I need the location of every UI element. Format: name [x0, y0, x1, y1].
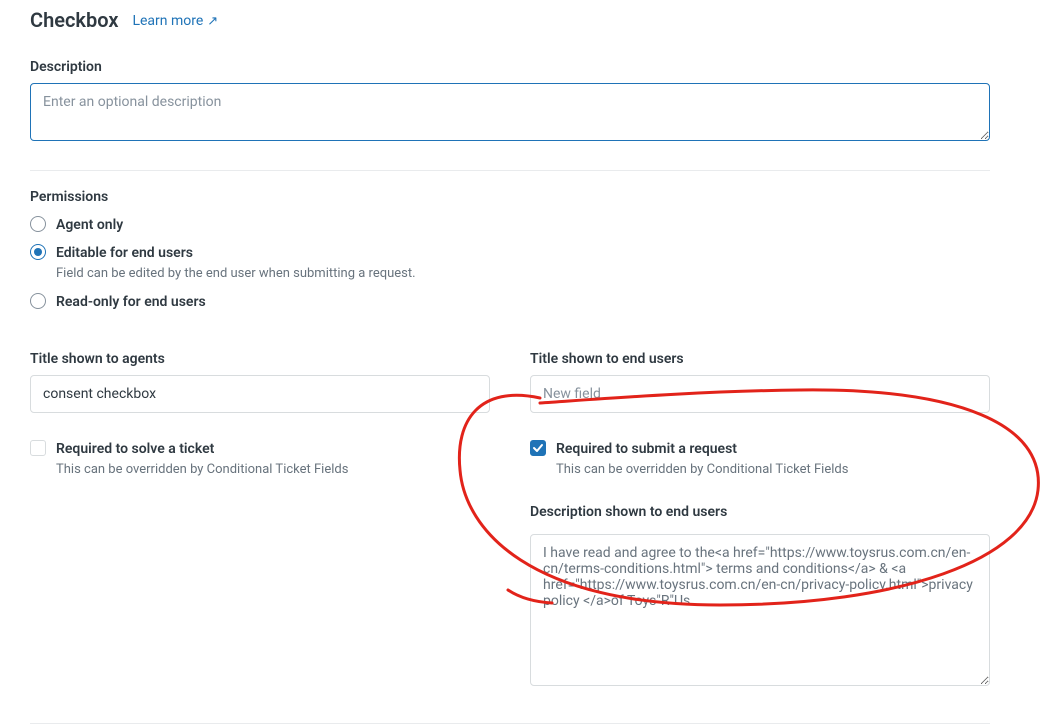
learn-more-link[interactable]: Learn more ↗ — [132, 11, 218, 31]
radio-readonly-end-users[interactable] — [30, 293, 46, 309]
radio-editable-end-users-label: Editable for end users — [56, 243, 193, 263]
description-label: Description — [30, 57, 1018, 77]
required-solve-help: This can be overridden by Conditional Ti… — [56, 461, 490, 480]
required-submit-help: This can be overridden by Conditional Ti… — [556, 461, 990, 480]
enduser-title-label: Title shown to end users — [530, 349, 990, 369]
enduser-title-input[interactable] — [530, 375, 990, 413]
radio-readonly-end-users-label: Read-only for end users — [56, 292, 206, 312]
required-submit-checkbox[interactable] — [530, 440, 546, 456]
description-input[interactable] — [30, 83, 990, 141]
radio-agent-only-label: Agent only — [56, 215, 123, 235]
learn-more-label: Learn more — [132, 11, 203, 31]
required-solve-checkbox[interactable] — [30, 440, 46, 456]
agent-title-input[interactable] — [30, 375, 490, 413]
radio-editable-end-users[interactable] — [30, 244, 46, 260]
agent-title-label: Title shown to agents — [30, 349, 490, 369]
required-submit-label: Required to submit a request — [556, 439, 737, 459]
section-divider — [30, 170, 990, 171]
radio-editable-end-users-help: Field can be edited by the end user when… — [56, 265, 1018, 284]
permissions-radio-group: Agent only Editable for end users Field … — [30, 215, 1018, 313]
required-solve-label: Required to solve a ticket — [56, 439, 214, 459]
radio-agent-only[interactable] — [30, 216, 46, 232]
enduser-description-label: Description shown to end users — [530, 502, 990, 522]
external-link-icon: ↗ — [207, 15, 218, 28]
enduser-description-input[interactable] — [530, 534, 990, 686]
permissions-label: Permissions — [30, 187, 1018, 207]
page-title: Checkbox — [30, 6, 118, 35]
